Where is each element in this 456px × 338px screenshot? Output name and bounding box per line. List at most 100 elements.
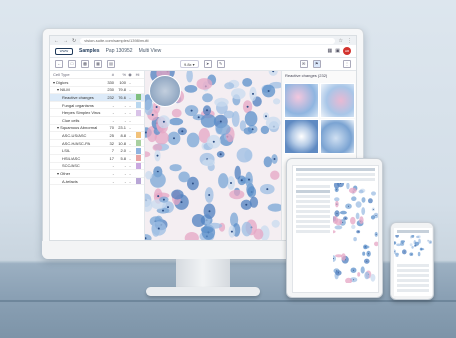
cell-nucleus xyxy=(348,205,349,207)
reload-icon[interactable]: ↻ xyxy=(72,38,76,44)
tablet-cytology-image[interactable] xyxy=(333,183,378,283)
cell-type-row[interactable]: A-tefacts - - - xyxy=(50,178,144,186)
cell-type-row[interactable]: ▾ Other - - - xyxy=(50,170,144,178)
cell-blob xyxy=(417,251,421,257)
gallery-thumb[interactable] xyxy=(320,119,355,154)
zoom-select[interactable]: 9.8x ▾ xyxy=(180,60,199,68)
cell-blob xyxy=(339,210,347,215)
row-color-swatch[interactable] xyxy=(136,79,141,85)
row-count: 17 xyxy=(109,155,114,161)
pointer-icon[interactable]: ➤ xyxy=(203,60,212,68)
row-visibility[interactable]: - xyxy=(126,148,134,153)
cell-blob xyxy=(191,214,206,227)
cell-type-row[interactable]: Herpes Simplex Virus - - - xyxy=(50,109,144,117)
row-visibility[interactable]: - xyxy=(126,80,134,85)
pencil-icon[interactable]: ✎ xyxy=(216,60,225,68)
layout-icon[interactable]: ▣ xyxy=(335,48,340,54)
cell-type-row[interactable]: HSIL/ASC 17 5.8- xyxy=(50,155,144,163)
cell-type-row[interactable]: Reactive changes 232 76.6- xyxy=(50,94,144,102)
cell-blob xyxy=(355,201,362,208)
menu-icon[interactable]: ⋮ xyxy=(347,38,352,44)
chat-icon[interactable]: ✉ xyxy=(299,60,308,68)
row-visibility[interactable]: - xyxy=(126,103,134,108)
cell-blob xyxy=(355,212,360,220)
row-visibility[interactable]: - xyxy=(126,163,134,168)
cell-type-row[interactable]: ASC-H/ASC-PA 32 10.8- xyxy=(50,140,144,148)
back-icon[interactable]: ← xyxy=(54,38,59,44)
gallery-icon[interactable]: ▤ xyxy=(107,60,115,68)
row-count: 232 xyxy=(107,94,114,100)
row-color-swatch[interactable] xyxy=(136,140,141,147)
row-visibility[interactable]: - xyxy=(126,87,134,92)
cell-nucleus xyxy=(190,109,193,112)
row-color-swatch[interactable] xyxy=(136,117,141,123)
slide-minimap[interactable] xyxy=(149,75,181,107)
row-label: Herpes Simplex Virus xyxy=(62,110,101,116)
gallery-thumb[interactable] xyxy=(320,83,355,118)
row-color-swatch[interactable] xyxy=(136,132,141,139)
row-label: ASC-H/ASC-PA xyxy=(62,140,91,146)
row-count: 32 xyxy=(109,140,114,146)
address-bar[interactable]: vision-suite.com/samples/1398/multi xyxy=(80,37,335,44)
cell-type-row[interactable]: ▾ Squamous Abnormal 70 23.1- xyxy=(50,125,144,133)
cell-blob xyxy=(223,110,235,119)
cell-blob xyxy=(224,82,235,90)
phone-row xyxy=(397,284,429,287)
nav-samples[interactable]: Samples xyxy=(79,48,100,54)
grid-view-icon[interactable]: ▦ xyxy=(94,60,102,68)
cell-type-row[interactable]: ▾ Digicrs 330 100- xyxy=(50,79,144,87)
app-logo[interactable]: WWW xyxy=(55,47,73,55)
row-color-swatch[interactable] xyxy=(136,155,141,162)
cell-type-row[interactable]: ASC-US/ASC 25 8.8- xyxy=(50,132,144,140)
row-visibility[interactable]: - xyxy=(126,156,134,161)
cell-type-row[interactable]: Clue cells - - - xyxy=(50,117,144,125)
tablet-row xyxy=(296,205,330,208)
row-count: - xyxy=(112,117,114,123)
back-arrow-icon[interactable]: ← xyxy=(55,60,63,68)
avatar[interactable]: HR xyxy=(343,47,351,55)
row-color-swatch[interactable] xyxy=(136,178,141,185)
row-color-swatch[interactable] xyxy=(136,94,141,101)
row-color-swatch[interactable] xyxy=(136,87,141,93)
grid-icon[interactable]: ▦ xyxy=(328,48,333,54)
row-color-swatch[interactable] xyxy=(136,125,141,131)
row-visibility[interactable]: - xyxy=(126,125,134,130)
cell-type-row[interactable]: ▾ NILM 230 79.8- xyxy=(50,87,144,95)
image-icon[interactable]: ▩ xyxy=(81,60,89,68)
tablet-toolbar xyxy=(296,178,375,181)
document-icon[interactable]: □ xyxy=(68,60,76,68)
row-visibility[interactable]: - xyxy=(126,179,134,184)
cell-type-row[interactable]: LSIL 7 2.0- xyxy=(50,147,144,155)
star-icon[interactable]: ☆ xyxy=(339,38,343,44)
tablet-row xyxy=(296,190,330,193)
eye-icon[interactable]: ◉ xyxy=(126,72,134,77)
row-visibility[interactable]: - xyxy=(126,141,134,146)
row-color-swatch[interactable] xyxy=(136,109,141,116)
gallery-thumb[interactable] xyxy=(284,83,319,118)
row-color-swatch[interactable] xyxy=(136,102,141,109)
flag-icon[interactable]: ⚑ xyxy=(312,60,321,68)
forward-icon[interactable]: → xyxy=(63,38,68,44)
cell-blob xyxy=(334,197,340,202)
row-visibility[interactable]: - xyxy=(126,118,134,123)
cell-type-row[interactable]: Fungal organisms - - - xyxy=(50,102,144,110)
row-visibility[interactable]: - xyxy=(126,133,134,138)
phone-cytology-image[interactable] xyxy=(394,233,432,258)
row-color-swatch[interactable] xyxy=(136,147,141,154)
tablet-screen xyxy=(292,165,379,293)
tablet-device xyxy=(286,158,383,298)
cell-type-row[interactable]: SCC/ASC - - - xyxy=(50,162,144,171)
breadcrumb-sample[interactable]: Pap 130952 xyxy=(106,48,133,54)
row-visibility[interactable]: - xyxy=(126,95,134,100)
row-visibility[interactable]: - xyxy=(126,110,134,115)
cell-nucleus xyxy=(155,106,158,108)
row-color-swatch[interactable] xyxy=(136,170,141,176)
gallery-thumb[interactable] xyxy=(284,119,319,154)
row-label: A-tefacts xyxy=(62,178,78,184)
tablet-row xyxy=(296,210,330,213)
cell-blob xyxy=(335,254,343,258)
row-color-swatch[interactable] xyxy=(136,162,141,169)
more-icon[interactable]: ⋮ xyxy=(343,60,351,68)
cell-nucleus xyxy=(394,251,395,252)
row-visibility[interactable]: - xyxy=(126,171,134,176)
